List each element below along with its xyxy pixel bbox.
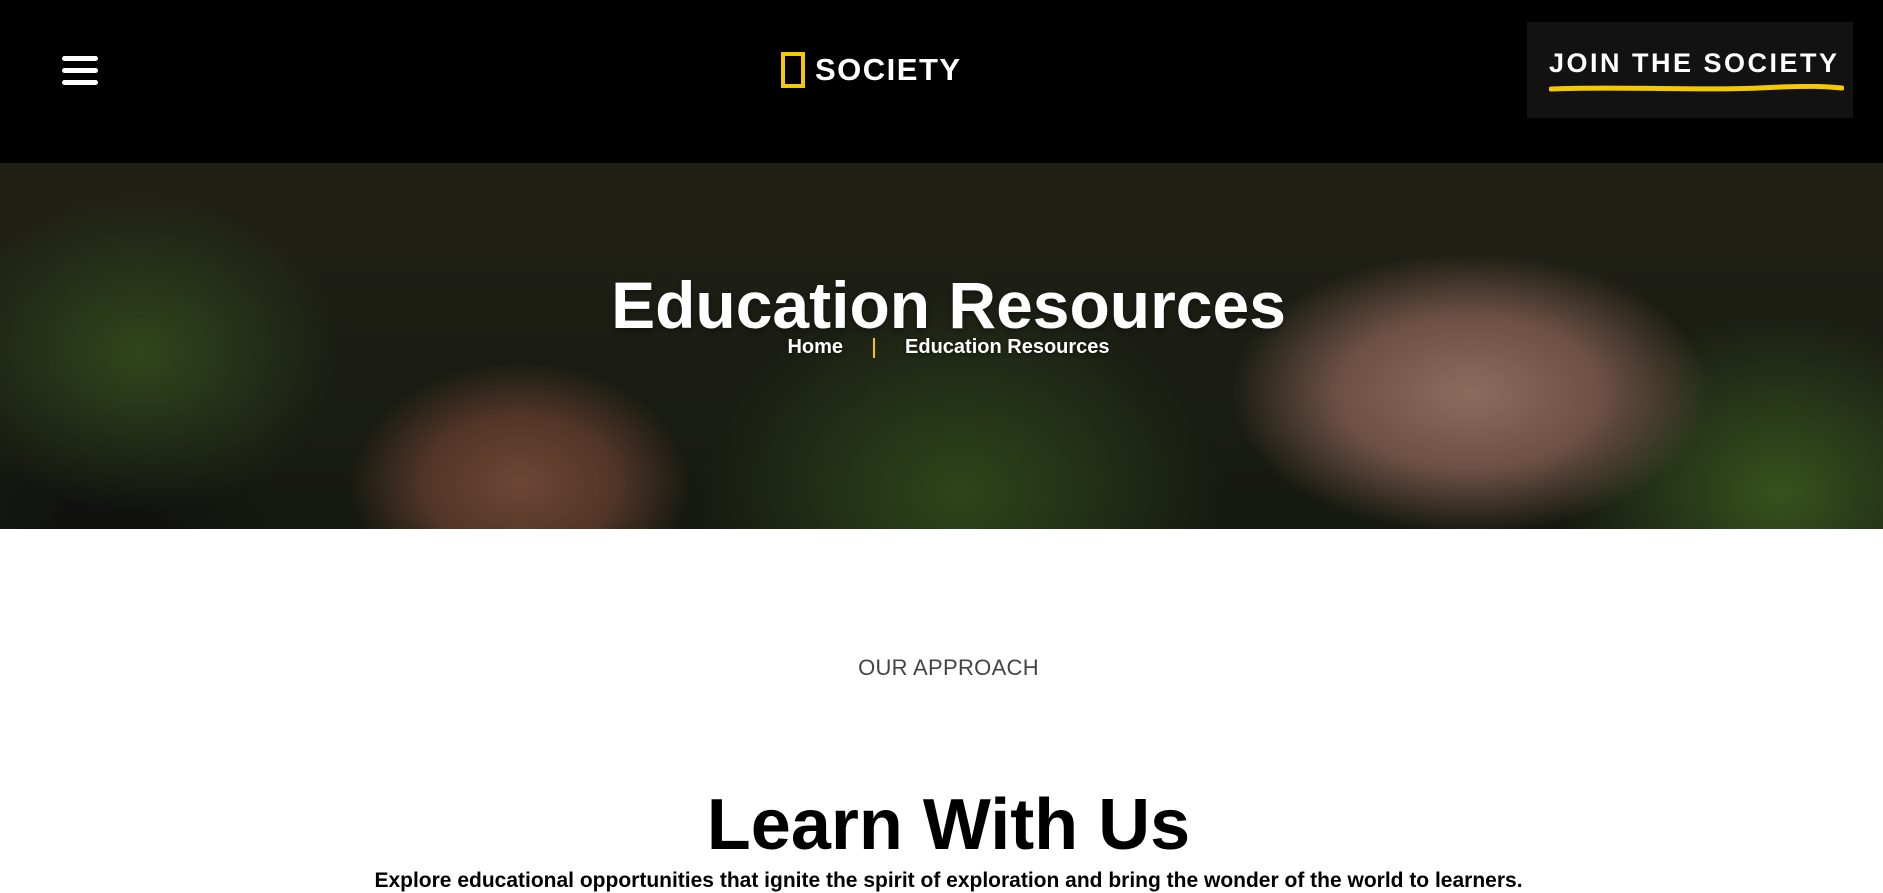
section-heading: Learn With Us: [706, 784, 1191, 865]
breadcrumb-home-link[interactable]: Home: [787, 336, 843, 359]
section-eyebrow: OUR APPROACH: [858, 655, 1039, 680]
breadcrumb: Home Education Resources: [0, 336, 1883, 359]
logo-text: SOCIETY: [815, 52, 962, 87]
page-title: Education Resources: [611, 268, 1286, 343]
site-header: SOCIETY JOIN THE SOCIETY: [0, 0, 1883, 163]
hero-banner: Education Resources Home Education Resou…: [0, 163, 1883, 529]
join-the-society-button[interactable]: JOIN THE SOCIETY: [1527, 22, 1853, 118]
site-logo[interactable]: SOCIETY: [781, 50, 962, 90]
brush-underline-icon: [1549, 84, 1844, 92]
breadcrumb-current: Education Resources: [905, 336, 1110, 358]
logo-yellow-border-icon: [781, 52, 805, 88]
breadcrumb-separator: [873, 337, 876, 358]
join-button-label: JOIN THE SOCIETY: [1549, 48, 1840, 78]
section-description: Explore educational opportunities that i…: [374, 869, 1523, 892]
hamburger-menu-icon[interactable]: [62, 56, 98, 88]
